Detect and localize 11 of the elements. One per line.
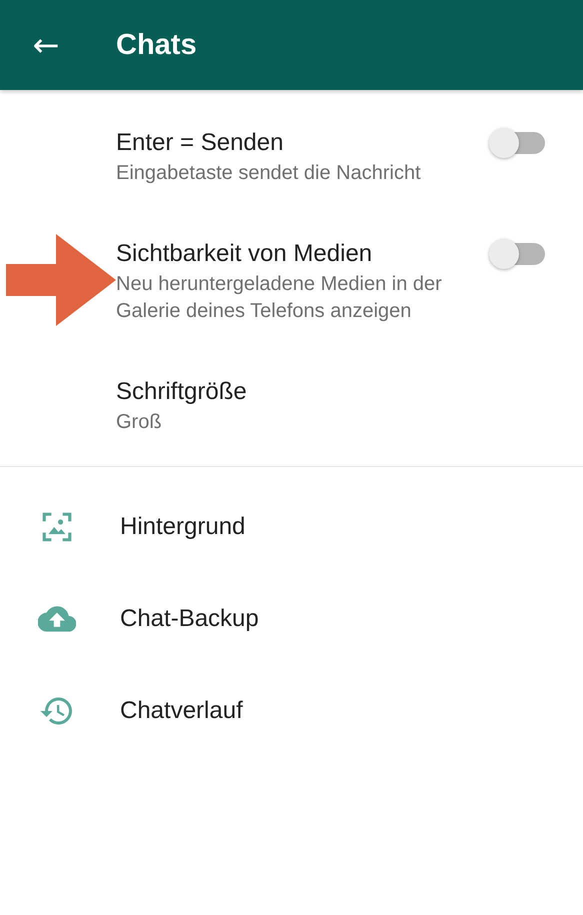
setting-description: Groß — [116, 410, 163, 435]
menu-item[interactable]: Chatverlauf — [120, 697, 243, 725]
setting-description: Eingabetaste sendet die Nachricht — [116, 161, 422, 186]
back-button[interactable]: ← — [28, 26, 64, 64]
setting-description: Neu heruntergeladene Medien in der Galerie deines Telefons anzeigen — [116, 272, 443, 324]
setting-title[interactable]: Sichtbarkeit von Medien — [116, 237, 493, 271]
screen-title: Chats — [116, 28, 197, 62]
menu-item[interactable]: Hintergrund — [120, 513, 246, 541]
menu-item[interactable]: Chat-Backup — [120, 605, 259, 633]
setting-title[interactable]: Enter = Senden — [116, 126, 493, 160]
setting-title[interactable]: Schriftgröße — [116, 375, 545, 409]
